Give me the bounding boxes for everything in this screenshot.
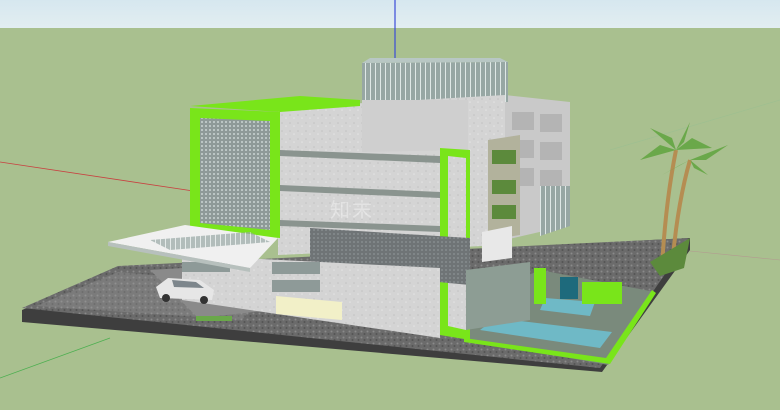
sign-block — [560, 277, 578, 299]
signage-round — [482, 226, 512, 262]
sky — [0, 0, 780, 30]
hedge — [196, 316, 232, 321]
left-screen-panel — [200, 118, 270, 230]
watermark: 知末 — [330, 198, 374, 222]
central-tower — [362, 100, 468, 152]
planter-boxes — [492, 150, 516, 219]
sign-panel — [582, 282, 622, 304]
ground-floor-side — [466, 262, 530, 330]
sketchup-viewport[interactable]: 知末 — [0, 0, 780, 410]
sign-pillar — [534, 268, 546, 304]
